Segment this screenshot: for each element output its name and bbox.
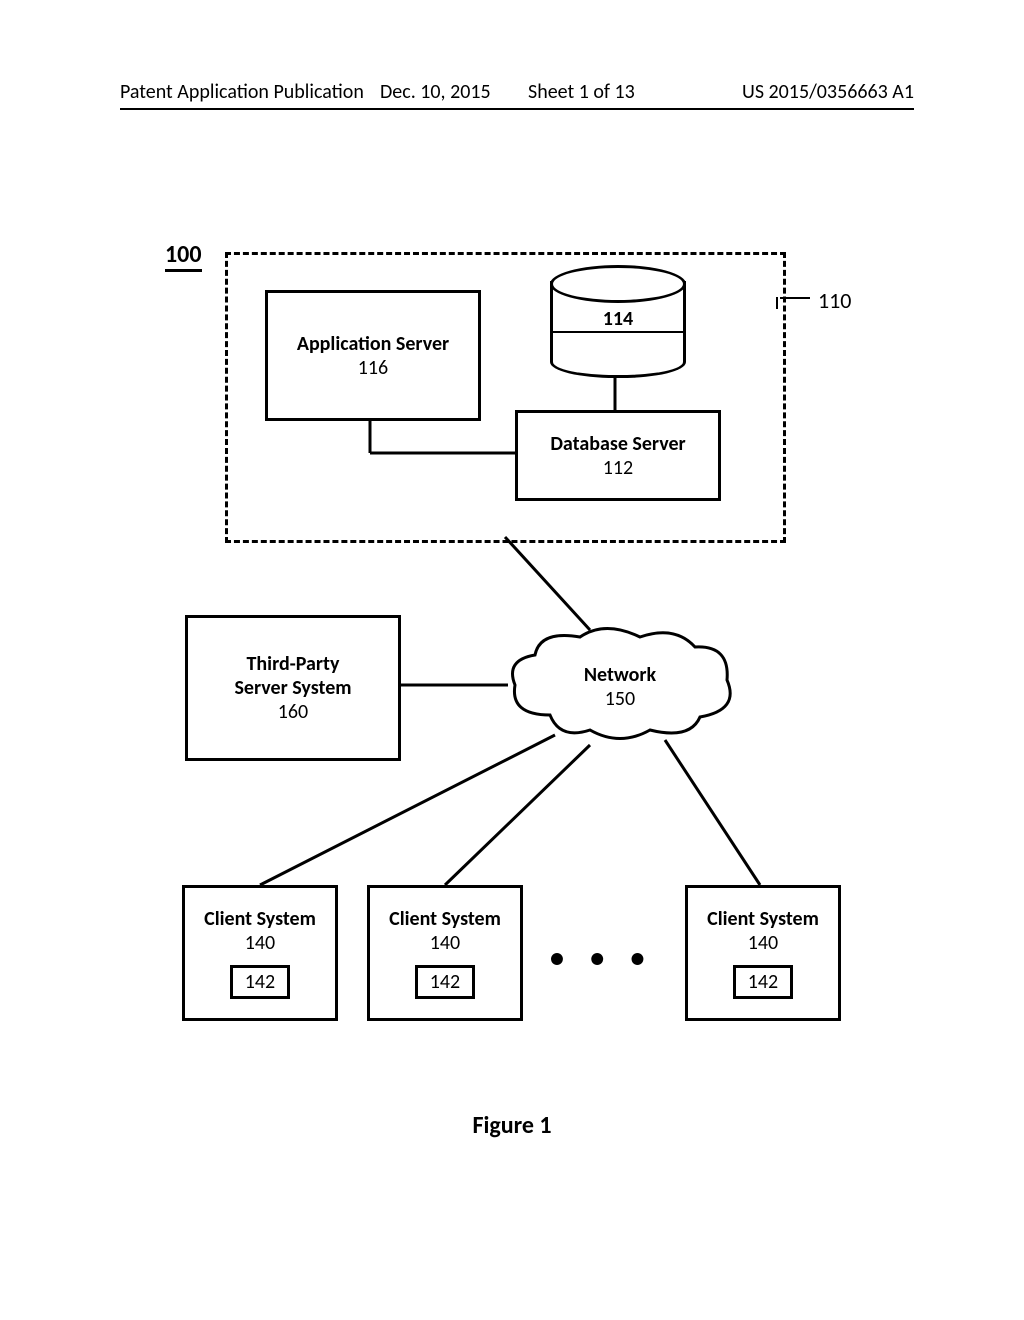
page: Patent Application Publication Dec. 10, …: [0, 0, 1024, 1320]
client-component-142: 142: [733, 965, 793, 999]
network-label: Network 150: [505, 663, 735, 711]
header-sheet: Sheet 1 of 13: [528, 80, 635, 104]
application-server-title: Application Server: [297, 332, 449, 356]
client-num: 140: [430, 931, 460, 955]
client-system-1: Client System 140 142: [182, 885, 338, 1021]
header-publication-type: Patent Application Publication: [120, 80, 364, 104]
database-server-title: Database Server: [550, 432, 685, 456]
network-num: 150: [505, 687, 735, 711]
client-system-3: Client System 140 142: [685, 885, 841, 1021]
client-title: Client System: [707, 907, 819, 931]
client-system-2: Client System 140 142: [367, 885, 523, 1021]
application-server-box: Application Server 116: [265, 290, 481, 421]
network-cloud: Network 150: [505, 625, 735, 745]
header-pubnum: US 2015/0356663 A1: [742, 80, 914, 104]
ref-110-leader-h: [780, 297, 810, 299]
client-title: Client System: [389, 907, 501, 931]
cylinder-bottom: [550, 343, 686, 378]
database-server-num: 112: [603, 456, 633, 480]
third-party-title: Third-Party Server System: [234, 652, 351, 700]
database-ref-114: 114: [550, 307, 686, 333]
client-num: 140: [748, 931, 778, 955]
database-cylinder: 114: [550, 265, 680, 375]
client-num: 140: [245, 931, 275, 955]
figure-label: Figure 1: [0, 1111, 1024, 1140]
client-component-142: 142: [415, 965, 475, 999]
third-party-num: 160: [278, 700, 308, 724]
cylinder-top: [550, 265, 686, 303]
client-title: Client System: [204, 907, 316, 931]
third-party-server-box: Third-Party Server System 160: [185, 615, 401, 761]
diagram-area: 110 114 Application Server 116 Database …: [120, 235, 910, 1055]
header-date: Dec. 10, 2015: [380, 80, 491, 104]
ref-110-leader-v: [776, 297, 778, 309]
ref-110: 110: [818, 287, 851, 314]
network-title: Network: [505, 663, 735, 687]
page-header: Patent Application Publication Dec. 10, …: [120, 80, 914, 110]
ellipsis: • • •: [550, 940, 655, 975]
application-server-num: 116: [358, 356, 388, 380]
database-server-box: Database Server 112: [515, 410, 721, 501]
client-component-142: 142: [230, 965, 290, 999]
